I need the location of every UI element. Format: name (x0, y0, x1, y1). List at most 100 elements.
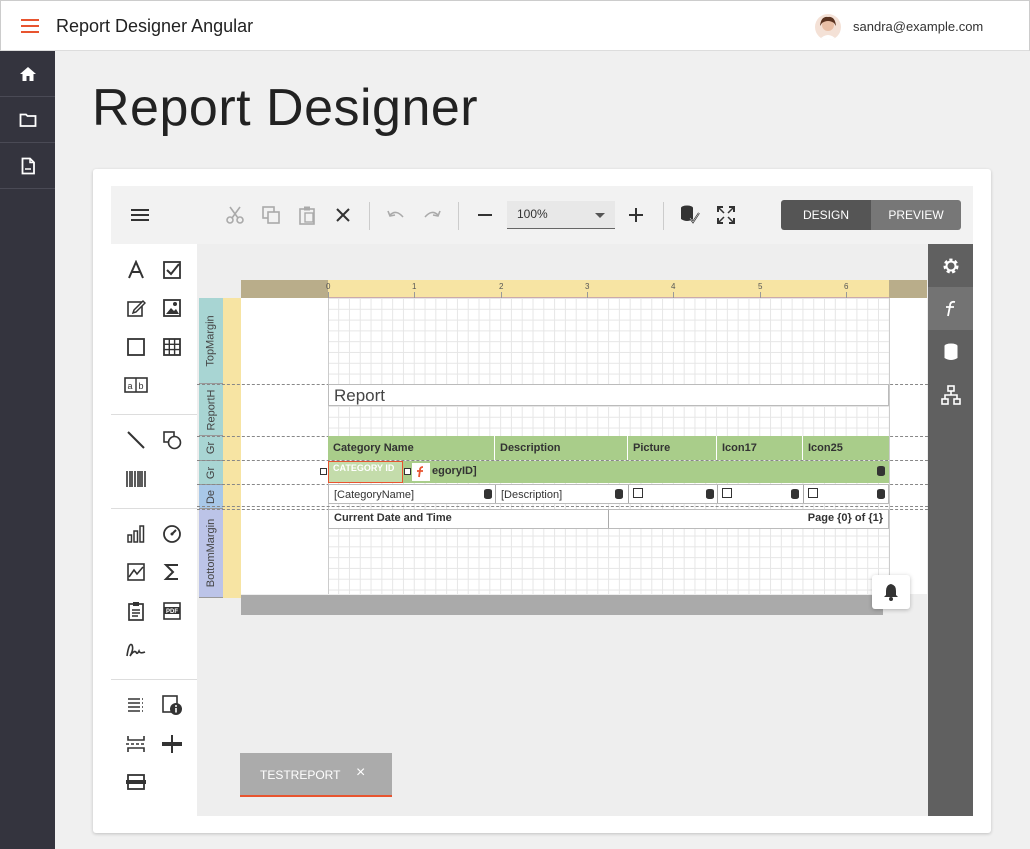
footer-page-info[interactable]: Page {0} of {1} (808, 512, 883, 524)
fullscreen-button[interactable] (714, 203, 738, 227)
tool-table-of-contents[interactable] (122, 691, 150, 719)
detail-cell[interactable]: [CategoryName] (329, 485, 496, 503)
avatar[interactable] (815, 14, 841, 40)
database-icon (791, 489, 799, 499)
tool-barcode[interactable] (122, 465, 150, 493)
sigma-icon (163, 564, 178, 580)
expressions-tab[interactable] (928, 287, 973, 330)
table-header-row[interactable]: Category Name Description Picture Icon17… (328, 436, 889, 460)
ruler-number: 3 (585, 282, 590, 291)
ruler-number: 4 (671, 282, 676, 291)
tool-shape[interactable] (158, 426, 186, 454)
field-list-tab[interactable] (928, 330, 973, 373)
tool-checkbox[interactable] (158, 256, 186, 284)
bottom-margin-row[interactable]: Current Date and Time Page {0} of {1} (328, 509, 889, 529)
copy-button[interactable] (259, 203, 283, 227)
notifications-button[interactable] (872, 575, 910, 609)
page-bottom-edge (241, 595, 883, 615)
tool-pdf-content[interactable]: PDF (158, 597, 186, 625)
picture-icon (163, 299, 181, 317)
header-cell[interactable]: Description (495, 436, 628, 460)
sidebar-item-document[interactable] (0, 143, 55, 189)
expression-badge[interactable] (412, 463, 430, 481)
header-cell[interactable]: Picture (628, 436, 717, 460)
tool-gauge[interactable] (158, 520, 186, 548)
report-title-label[interactable]: Report (328, 384, 889, 406)
detail-row[interactable]: [CategoryName] [Description] (328, 484, 889, 504)
detail-cell[interactable]: [Description] (496, 485, 629, 503)
group-field-label[interactable]: CATEGORY ID (328, 461, 403, 483)
tool-page-info[interactable] (158, 691, 186, 719)
tool-table[interactable] (158, 333, 186, 361)
properties-tab[interactable] (928, 244, 973, 287)
undo-button[interactable] (384, 203, 408, 227)
tool-character-comb[interactable]: ab (122, 371, 150, 399)
validate-bindings-button[interactable] (678, 203, 702, 227)
delete-button[interactable] (331, 203, 355, 227)
tool-chart[interactable] (122, 520, 150, 548)
group-header-row[interactable]: CATEGORY ID egoryID] (320, 461, 889, 483)
ruler-number: 5 (758, 282, 763, 291)
redo-icon (424, 210, 441, 218)
sidebar-item-folder[interactable] (0, 97, 55, 143)
copy-icon (262, 206, 280, 224)
tool-label[interactable] (122, 256, 150, 284)
design-surface[interactable]: 0 1 2 3 4 5 6 TopMargin ReportH Gr Gr De… (197, 244, 928, 816)
preview-button[interactable]: PREVIEW (871, 200, 961, 230)
menu-icon[interactable] (21, 19, 39, 33)
resize-handle[interactable] (320, 468, 327, 475)
tool-summary[interactable] (158, 558, 186, 586)
design-button[interactable]: DESIGN (781, 200, 871, 230)
header-cell[interactable]: Icon17 (717, 436, 803, 460)
ruler-number: 1 (412, 282, 417, 291)
tool-page-break[interactable] (122, 730, 150, 758)
zoom-value: 100% (517, 207, 548, 221)
report-explorer-tab[interactable] (928, 373, 973, 416)
tool-cross-band-line[interactable] (158, 730, 186, 758)
tool-signature[interactable] (122, 636, 150, 664)
function-icon (417, 466, 424, 478)
band-report-header[interactable]: ReportH (199, 384, 223, 436)
app-header: Report Designer Angular sandra@example.c… (0, 0, 1030, 51)
tool-rich-text[interactable] (122, 294, 150, 322)
database-icon (877, 466, 885, 476)
plus-icon (629, 208, 643, 222)
svg-text:b: b (139, 381, 144, 391)
cross-band-line-icon (162, 735, 182, 753)
header-cell[interactable]: Category Name (328, 436, 495, 460)
paste-button[interactable] (295, 203, 319, 227)
band-label-text: Gr (204, 466, 217, 479)
redo-button[interactable] (420, 203, 444, 227)
svg-text:PDF: PDF (166, 609, 178, 615)
gauge-icon (163, 525, 181, 543)
sidebar (0, 51, 55, 849)
vertical-ruler (223, 298, 241, 598)
band-label-text: ReportH (205, 389, 217, 430)
cut-button[interactable] (223, 203, 247, 227)
close-icon[interactable]: × (356, 764, 365, 782)
tool-sparkline[interactable] (122, 558, 150, 586)
group-expression[interactable]: egoryID] (432, 465, 477, 477)
zoom-out-button[interactable] (473, 203, 497, 227)
report-tab[interactable]: TESTREPORT × (240, 753, 392, 797)
footer-date-label[interactable]: Current Date and Time (334, 512, 452, 524)
tool-panel[interactable] (122, 333, 150, 361)
menu-button[interactable] (128, 203, 152, 227)
tool-line[interactable] (122, 426, 150, 454)
square-icon (127, 338, 145, 356)
tool-picture[interactable] (158, 294, 186, 322)
chevron-down-icon (595, 213, 605, 218)
band-bottom-margin[interactable]: BottomMargin (199, 509, 223, 598)
band-top-margin[interactable]: TopMargin (199, 298, 223, 384)
zoom-in-button[interactable] (624, 203, 648, 227)
zoom-select[interactable]: 100% (507, 201, 615, 229)
resize-handle[interactable] (404, 468, 411, 475)
list-icon (128, 698, 144, 712)
user-email[interactable]: sandra@example.com (853, 19, 983, 34)
tool-cross-band-box[interactable] (122, 768, 150, 796)
sidebar-item-home[interactable] (0, 51, 55, 97)
tool-subreport[interactable] (122, 597, 150, 625)
band-group-header-1[interactable]: Gr (199, 436, 223, 461)
header-cell[interactable]: Icon25 (803, 436, 889, 460)
band-group-header-2[interactable]: Gr (199, 461, 223, 485)
